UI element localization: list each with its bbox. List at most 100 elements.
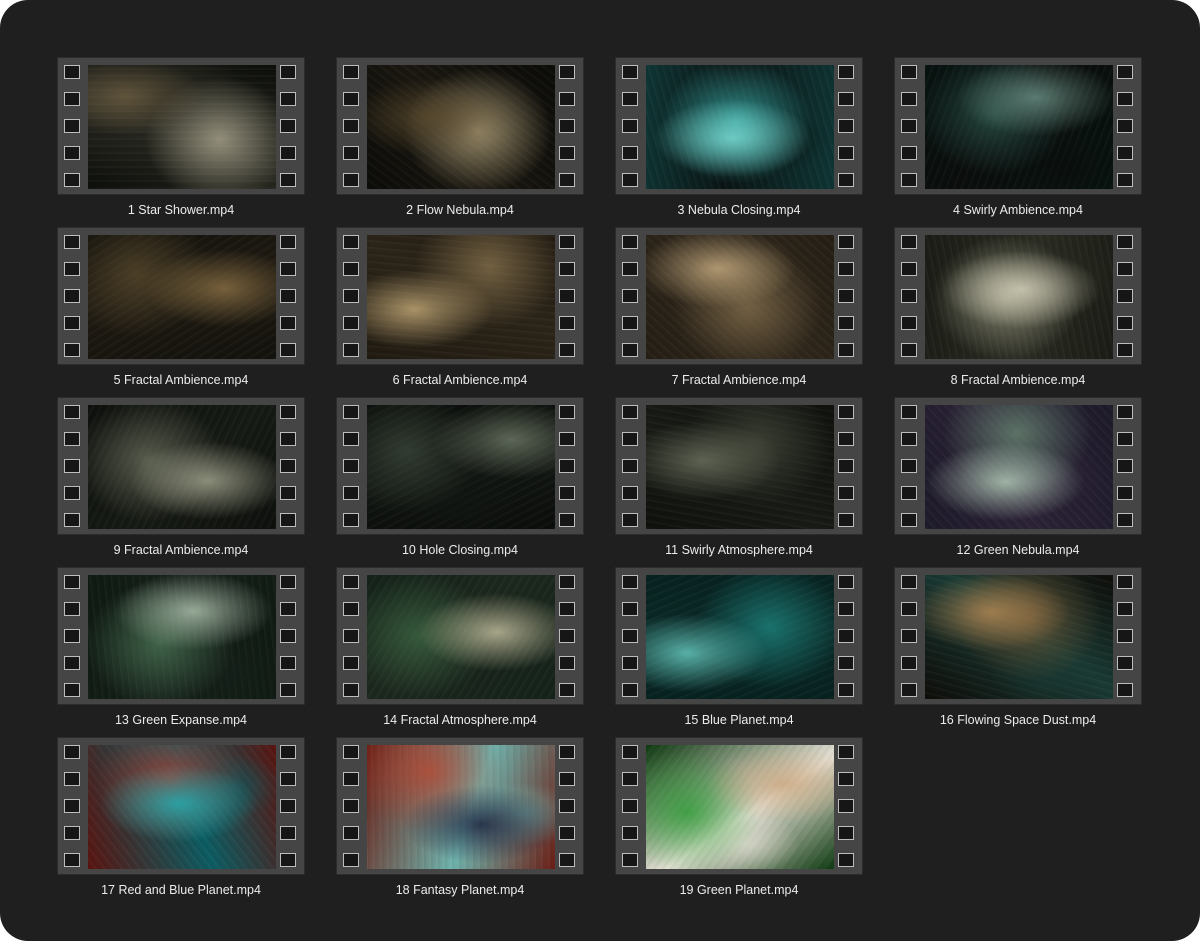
sprocket-hole	[1117, 602, 1133, 616]
sprocket-hole	[343, 602, 359, 616]
sprocket-hole	[1117, 432, 1133, 446]
sprocket-hole	[559, 486, 575, 500]
film-strip-thumbnail[interactable]	[615, 397, 863, 535]
film-strip-thumbnail[interactable]	[336, 567, 584, 705]
sprocket-hole	[901, 262, 917, 276]
sprocket-hole	[280, 459, 296, 473]
video-file-item[interactable]: 16 Flowing Space Dust.mp4	[894, 567, 1142, 735]
sprocket-hole	[64, 92, 80, 106]
sprocket-hole	[280, 575, 296, 589]
sprocket-hole	[280, 173, 296, 187]
video-preview-image	[925, 405, 1113, 529]
sprocket-hole	[559, 316, 575, 330]
video-file-item[interactable]: 8 Fractal Ambience.mp4	[894, 227, 1142, 395]
film-strip-thumbnail[interactable]	[894, 567, 1142, 705]
sprocket-hole	[559, 656, 575, 670]
film-sprockets-right	[832, 58, 862, 196]
sprocket-hole	[64, 575, 80, 589]
film-sprockets-right	[553, 228, 583, 366]
file-name-label: 5 Fractal Ambience.mp4	[113, 373, 249, 387]
sprocket-hole	[64, 235, 80, 249]
film-sprockets-left	[895, 568, 925, 706]
sprocket-hole	[280, 745, 296, 759]
sprocket-hole	[343, 119, 359, 133]
sprocket-hole	[901, 316, 917, 330]
sprocket-hole	[838, 405, 854, 419]
sprocket-hole	[280, 853, 296, 867]
file-name-label: 9 Fractal Ambience.mp4	[113, 543, 249, 557]
sprocket-hole	[559, 173, 575, 187]
video-file-item[interactable]: 10 Hole Closing.mp4	[336, 397, 584, 565]
sprocket-hole	[622, 432, 638, 446]
film-strip-thumbnail[interactable]	[336, 57, 584, 195]
video-file-item[interactable]: 1 Star Shower.mp4	[57, 57, 305, 225]
video-file-item[interactable]: 4 Swirly Ambience.mp4	[894, 57, 1142, 225]
sprocket-hole	[622, 92, 638, 106]
video-file-item[interactable]: 19 Green Planet.mp4	[615, 737, 863, 905]
sprocket-hole	[64, 656, 80, 670]
video-file-item[interactable]: 7 Fractal Ambience.mp4	[615, 227, 863, 395]
video-file-item[interactable]: 17 Red and Blue Planet.mp4	[57, 737, 305, 905]
film-sprockets-right	[274, 398, 304, 536]
video-file-item[interactable]: 6 Fractal Ambience.mp4	[336, 227, 584, 395]
film-strip-thumbnail[interactable]	[336, 397, 584, 535]
film-strip-thumbnail[interactable]	[615, 567, 863, 705]
video-file-item[interactable]: 11 Swirly Atmosphere.mp4	[615, 397, 863, 565]
video-preview-image	[646, 405, 834, 529]
film-strip-thumbnail[interactable]	[57, 57, 305, 195]
sprocket-hole	[622, 745, 638, 759]
film-strip-thumbnail[interactable]	[894, 397, 1142, 535]
sprocket-hole	[559, 289, 575, 303]
film-strip-thumbnail[interactable]	[894, 227, 1142, 365]
file-name-label: 13 Green Expanse.mp4	[114, 713, 248, 727]
sprocket-hole	[280, 262, 296, 276]
sprocket-hole	[559, 146, 575, 160]
sprocket-hole	[343, 826, 359, 840]
film-strip-thumbnail[interactable]	[615, 57, 863, 195]
video-file-item[interactable]: 9 Fractal Ambience.mp4	[57, 397, 305, 565]
sprocket-hole	[280, 799, 296, 813]
video-file-item[interactable]: 18 Fantasy Planet.mp4	[336, 737, 584, 905]
film-strip-thumbnail[interactable]	[57, 227, 305, 365]
sprocket-hole	[343, 405, 359, 419]
video-preview-image	[925, 65, 1113, 189]
film-strip-thumbnail[interactable]	[57, 397, 305, 535]
video-file-item[interactable]: 13 Green Expanse.mp4	[57, 567, 305, 735]
video-file-item[interactable]: 14 Fractal Atmosphere.mp4	[336, 567, 584, 735]
film-strip-thumbnail[interactable]	[615, 737, 863, 875]
video-preview-image	[646, 235, 834, 359]
video-preview-image	[88, 575, 276, 699]
sprocket-hole	[622, 513, 638, 527]
film-strip-thumbnail[interactable]	[57, 567, 305, 705]
sprocket-hole	[64, 432, 80, 446]
film-strip-thumbnail[interactable]	[336, 737, 584, 875]
video-file-item[interactable]: 2 Flow Nebula.mp4	[336, 57, 584, 225]
video-preview-image	[88, 745, 276, 869]
sprocket-hole	[622, 459, 638, 473]
film-sprockets-left	[58, 738, 88, 876]
film-strip-thumbnail[interactable]	[615, 227, 863, 365]
sprocket-hole	[838, 853, 854, 867]
film-sprockets-left	[337, 738, 367, 876]
sprocket-hole	[901, 343, 917, 357]
sprocket-hole	[343, 656, 359, 670]
video-preview-image	[88, 405, 276, 529]
film-strip-thumbnail[interactable]	[57, 737, 305, 875]
video-file-item[interactable]: 3 Nebula Closing.mp4	[615, 57, 863, 225]
video-file-item[interactable]: 15 Blue Planet.mp4	[615, 567, 863, 735]
sprocket-hole	[622, 853, 638, 867]
sprocket-hole	[838, 289, 854, 303]
video-file-item[interactable]: 12 Green Nebula.mp4	[894, 397, 1142, 565]
sprocket-hole	[343, 343, 359, 357]
film-strip-thumbnail[interactable]	[894, 57, 1142, 195]
film-sprockets-right	[1111, 58, 1141, 196]
film-sprockets-left	[616, 228, 646, 366]
sprocket-hole	[343, 772, 359, 786]
sprocket-hole	[343, 432, 359, 446]
sprocket-hole	[901, 405, 917, 419]
film-strip-thumbnail[interactable]	[336, 227, 584, 365]
video-file-item[interactable]: 5 Fractal Ambience.mp4	[57, 227, 305, 395]
sprocket-hole	[1117, 486, 1133, 500]
sprocket-hole	[559, 459, 575, 473]
sprocket-hole	[901, 146, 917, 160]
